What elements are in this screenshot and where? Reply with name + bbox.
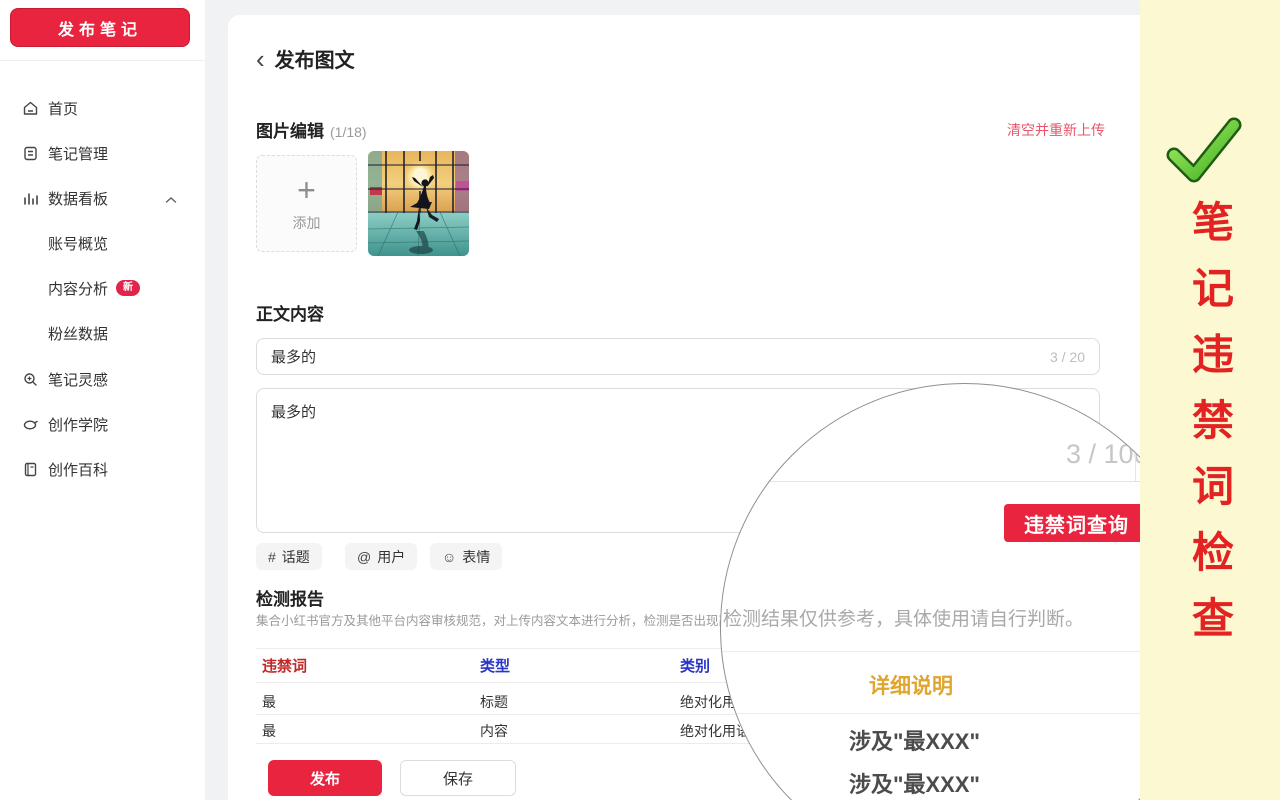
table-cell-type: 标题 [480, 692, 508, 712]
table-cell-word: 最 [262, 692, 276, 712]
add-image-button[interactable]: + 添加 [256, 155, 357, 252]
sidebar-item-label: 账号概览 [48, 233, 108, 254]
body-char-counter-magnified: 3 / 100 [1066, 439, 1149, 470]
clear-reupload-link[interactable]: 清空并重新上传 [1007, 120, 1105, 140]
check-icon [1162, 115, 1244, 192]
hash-icon: # [268, 549, 276, 565]
sidebar-item-label: 创作百科 [48, 459, 108, 480]
magnified-divider [721, 481, 1210, 482]
page-title: 发布图文 [275, 44, 355, 73]
publish-note-button[interactable]: 发布笔记 [10, 8, 190, 47]
sidebar-item-label: 笔记管理 [48, 143, 108, 164]
sidebar-item-label: 内容分析 [48, 278, 108, 299]
publish-button[interactable]: 发布 [268, 760, 382, 796]
smiley-icon: ☺ [442, 549, 456, 565]
academy-icon [22, 416, 39, 433]
sidebar-item-data-dashboard[interactable]: 数据看板 [0, 183, 205, 213]
sidebar-item-label: 粉丝数据 [48, 323, 108, 344]
app-window: 发布笔记 首页 笔记管理 数据看板 账号概览 [0, 0, 1280, 800]
sidebar-item-label: 笔记灵感 [48, 369, 108, 390]
sidebar-item-label: 首页 [48, 98, 78, 119]
magnified-input-border [1135, 384, 1136, 482]
report-disclaimer: 检测结果仅供参考，具体使用请自行判断。 [723, 604, 1084, 631]
sidebar-subitem-account-overview[interactable]: 账号概览 [0, 228, 205, 258]
magnified-divider [721, 651, 1210, 652]
sidebar-item-note-inspiration[interactable]: 笔记灵感 [0, 364, 205, 394]
sidebar: 发布笔记 首页 笔记管理 数据看板 账号概览 [0, 0, 205, 800]
col-header-category: 类别 [680, 655, 710, 676]
back-icon[interactable]: ‹ [256, 46, 265, 72]
table-cell-word: 最 [262, 721, 276, 741]
mention-chip-button[interactable]: @ 用户 [345, 543, 417, 570]
report-section-title: 检测报告 [256, 585, 324, 610]
save-button[interactable]: 保存 [400, 760, 516, 796]
sidebar-subitem-fans-data[interactable]: 粉丝数据 [0, 318, 205, 348]
mention-chip-label: 用户 [377, 547, 405, 567]
add-image-label: 添加 [293, 213, 321, 233]
wiki-icon [22, 461, 39, 478]
body-section-title: 正文内容 [256, 300, 324, 325]
image-count: (1/18) [330, 124, 367, 140]
sidebar-item-label: 数据看板 [48, 188, 108, 209]
sidebar-subitem-content-analysis[interactable]: 内容分析 新 [0, 273, 205, 303]
magnified-divider [721, 713, 1210, 714]
sidebar-item-note-management[interactable]: 笔记管理 [0, 138, 205, 168]
sidebar-item-home[interactable]: 首页 [0, 93, 205, 123]
title-char-counter: 3 / 20 [1050, 349, 1085, 365]
sidebar-divider [0, 60, 205, 61]
sidebar-item-label: 创作学院 [48, 414, 108, 435]
sidebar-item-creator-wiki[interactable]: 创作百科 [0, 454, 205, 484]
detail-cell: 涉及"最XXX" [849, 724, 980, 756]
sidebar-item-creator-academy[interactable]: 创作学院 [0, 409, 205, 439]
emoji-chip-button[interactable]: ☺ 表情 [430, 543, 502, 570]
body-textarea-value: 最多的 [271, 404, 316, 421]
at-icon: @ [357, 549, 371, 565]
home-icon [22, 100, 39, 117]
title-input[interactable]: 最多的 3 / 20 [256, 338, 1100, 375]
image-editor-heading: 图片编辑 (1/18) [256, 117, 367, 142]
new-badge: 新 [116, 280, 140, 296]
topic-chip-button[interactable]: # 话题 [256, 543, 322, 570]
chart-icon [22, 190, 39, 207]
inspiration-icon [22, 371, 39, 388]
image-editor-title: 图片编辑 [256, 122, 324, 141]
col-header-word: 违禁词 [262, 655, 307, 676]
promo-side-panel: 笔记违禁词检查 [1140, 0, 1280, 800]
col-header-type: 类型 [480, 655, 510, 676]
title-input-value: 最多的 [271, 346, 1050, 367]
emoji-chip-label: 表情 [462, 547, 490, 567]
topic-chip-label: 话题 [282, 547, 310, 567]
note-image-thumbnail[interactable] [368, 151, 469, 256]
table-cell-type: 内容 [480, 721, 508, 741]
plus-icon: + [297, 175, 316, 205]
chevron-up-icon[interactable] [165, 191, 177, 208]
col-header-detail: 详细说明 [831, 670, 991, 700]
detail-cell: 涉及"最XXX" [849, 767, 980, 799]
promo-vertical-text: 笔记违禁词检查 [1180, 200, 1241, 662]
notes-icon [22, 145, 39, 162]
